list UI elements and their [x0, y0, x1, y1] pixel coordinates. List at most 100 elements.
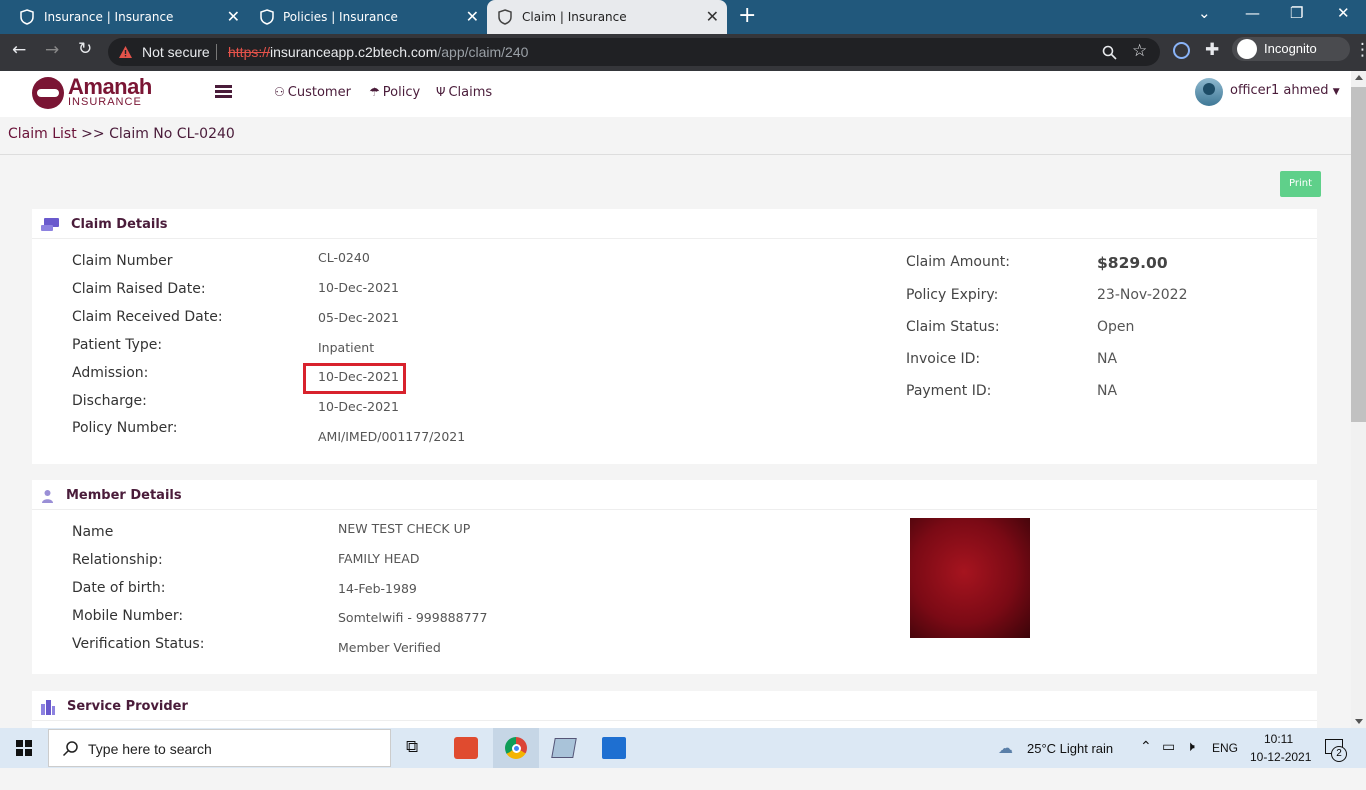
close-window-button[interactable]: ✕ [1337, 4, 1350, 22]
claim-card-icon [41, 218, 59, 231]
new-tab-button[interactable]: + [738, 3, 756, 28]
windows-start-icon[interactable] [16, 740, 32, 756]
restore-button[interactable]: ❐ [1290, 4, 1303, 22]
nav-label: Policy [382, 85, 421, 100]
windows-taskbar: Type here to search ⧉ ☁ 25°C Light rain … [0, 728, 1366, 768]
close-tab-icon[interactable]: ✕ [706, 7, 719, 26]
battery-icon[interactable]: ▭ [1162, 738, 1175, 778]
nav-policy[interactable]: ☂ Policy [369, 85, 420, 100]
browser-tab[interactable]: Policies | Insurance ✕ [248, 0, 487, 34]
avatar[interactable] [1195, 78, 1223, 106]
discharge-label: Discharge: [72, 393, 147, 409]
language-indicator[interactable]: ENG [1212, 741, 1238, 781]
extension-icon[interactable] [1173, 42, 1190, 59]
notification-count: 2 [1331, 746, 1347, 762]
nav-customer[interactable]: ⚇ Customer [274, 85, 351, 100]
breadcrumb: Claim List >> Claim No CL-0240 [0, 117, 1351, 155]
nav-claims[interactable]: Ψ Claims [436, 85, 492, 100]
admission-label: Admission: [72, 365, 149, 381]
payment-id-value: NA [1097, 383, 1118, 399]
dob-value: 14-Feb-1989 [338, 581, 417, 596]
anydesk-icon[interactable] [454, 737, 478, 759]
address-bar[interactable]: Not secure https://insuranceapp.c2btech.… [108, 38, 1160, 66]
bookmark-star-icon[interactable]: ☆ [1132, 41, 1147, 61]
claim-details-card: Claim Details [32, 209, 1317, 464]
print-button[interactable]: Print [1280, 171, 1321, 197]
scroll-thumb[interactable] [1351, 87, 1366, 422]
nav-label: Customer [287, 85, 351, 100]
building-icon [41, 700, 55, 715]
dob-label: Date of birth: [72, 580, 166, 596]
tab-title: Policies | Insurance [283, 10, 398, 24]
breadcrumb-current: Claim No CL-0240 [109, 126, 235, 142]
member-photo [910, 518, 1030, 638]
close-tab-icon[interactable]: ✕ [227, 7, 240, 26]
verification-value: Member Verified [338, 640, 441, 655]
logo-mark-icon [32, 77, 64, 109]
browser-tab-strip: Insurance | Insurance ✕ Policies | Insur… [0, 0, 1366, 34]
breadcrumb-claim-list[interactable]: Claim List [8, 126, 77, 142]
warning-icon [119, 46, 132, 58]
zoom-search-icon[interactable] [1102, 45, 1117, 60]
weather-icon: ☁ [998, 739, 1013, 757]
relationship-label: Relationship: [72, 552, 163, 568]
umbrella-icon: ☂ [369, 85, 380, 99]
policy-expiry-label: Policy Expiry: [906, 287, 999, 303]
claim-number-label: Claim Number [72, 253, 173, 269]
breadcrumb-separator: >> [81, 126, 105, 142]
policy-number-label: Policy Number: [72, 420, 178, 436]
security-status[interactable]: Not secure [142, 44, 210, 60]
minimize-button[interactable]: — [1245, 4, 1260, 22]
page-scrollbar[interactable] [1351, 71, 1366, 728]
chevron-up-icon[interactable]: ⌃ [1140, 738, 1152, 778]
tab-search-icon[interactable]: ⌄ [1198, 4, 1211, 22]
extensions-puzzle-icon[interactable]: ✚ [1205, 40, 1219, 60]
task-view-icon[interactable]: ⧉ [406, 737, 418, 777]
member-icon [42, 490, 53, 503]
browser-menu-icon[interactable]: ⋮ [1354, 40, 1366, 60]
close-tab-icon[interactable]: ✕ [466, 7, 479, 26]
claims-icon: Ψ [436, 85, 446, 99]
forward-icon[interactable]: → [45, 40, 59, 60]
caret-down-icon: ▼ [1332, 87, 1340, 97]
menu-toggle-icon[interactable] [215, 85, 232, 98]
shield-icon [498, 9, 512, 25]
weather-text[interactable]: 25°C Light rain [1027, 741, 1113, 781]
invoice-id-label: Invoice ID: [906, 351, 981, 367]
claim-received-date-value: 05-Dec-2021 [318, 310, 399, 325]
user-menu[interactable]: officer1 ahmed ▼ [1230, 83, 1340, 98]
claim-status-label: Claim Status: [906, 319, 1000, 335]
claim-raised-date-label: Claim Raised Date: [72, 281, 206, 297]
app-header: Amanah INSURANCE ⚇ Customer ☂ Policy Ψ Clai… [0, 71, 1351, 117]
browser-tab[interactable]: Insurance | Insurance ✕ [0, 0, 248, 34]
clock-date[interactable]: 10-12-2021 [1250, 750, 1311, 790]
user-name: officer1 ahmed [1230, 83, 1329, 98]
app-logo[interactable]: Amanah INSURANCE [32, 74, 172, 113]
scroll-up-icon[interactable] [1355, 75, 1363, 80]
member-details-card: Member Details [32, 480, 1317, 674]
taskbar-search-box[interactable]: Type here to search [48, 729, 391, 767]
claim-status-value: Open [1097, 319, 1135, 335]
card-header: Claim Details [32, 209, 1317, 239]
card-title: Service Provider [67, 699, 188, 714]
service-provider-card: Service Provider [32, 691, 1317, 728]
url-scheme: https:// [228, 44, 271, 60]
card-title: Member Details [66, 488, 182, 503]
url-host: insuranceapp.c2btech.com [270, 44, 438, 60]
browser-toolbar: ← → ↻ Not secure https://insuranceapp.c2… [0, 34, 1366, 71]
url-text[interactable]: https://insuranceapp.c2btech.com/app/cla… [228, 44, 528, 60]
scroll-down-icon[interactable] [1355, 719, 1363, 724]
mobile-value: Somtelwifi - 999888777 [338, 610, 488, 625]
browser-tab-active[interactable]: Claim | Insurance ✕ [487, 0, 727, 34]
card-header: Member Details [32, 480, 1317, 510]
photos-icon[interactable] [602, 737, 626, 759]
incognito-badge[interactable]: Incognito [1232, 37, 1350, 61]
back-icon[interactable]: ← [12, 40, 26, 60]
url-path: /app/claim/240 [437, 44, 529, 60]
reload-icon[interactable]: ↻ [78, 39, 92, 59]
admission-highlight-box [303, 363, 406, 394]
search-placeholder: Type here to search [88, 741, 212, 757]
tab-title: Insurance | Insurance [44, 10, 174, 24]
volume-muted-icon[interactable]: 🕨 [1186, 738, 1195, 778]
notepad-icon[interactable] [551, 738, 577, 758]
